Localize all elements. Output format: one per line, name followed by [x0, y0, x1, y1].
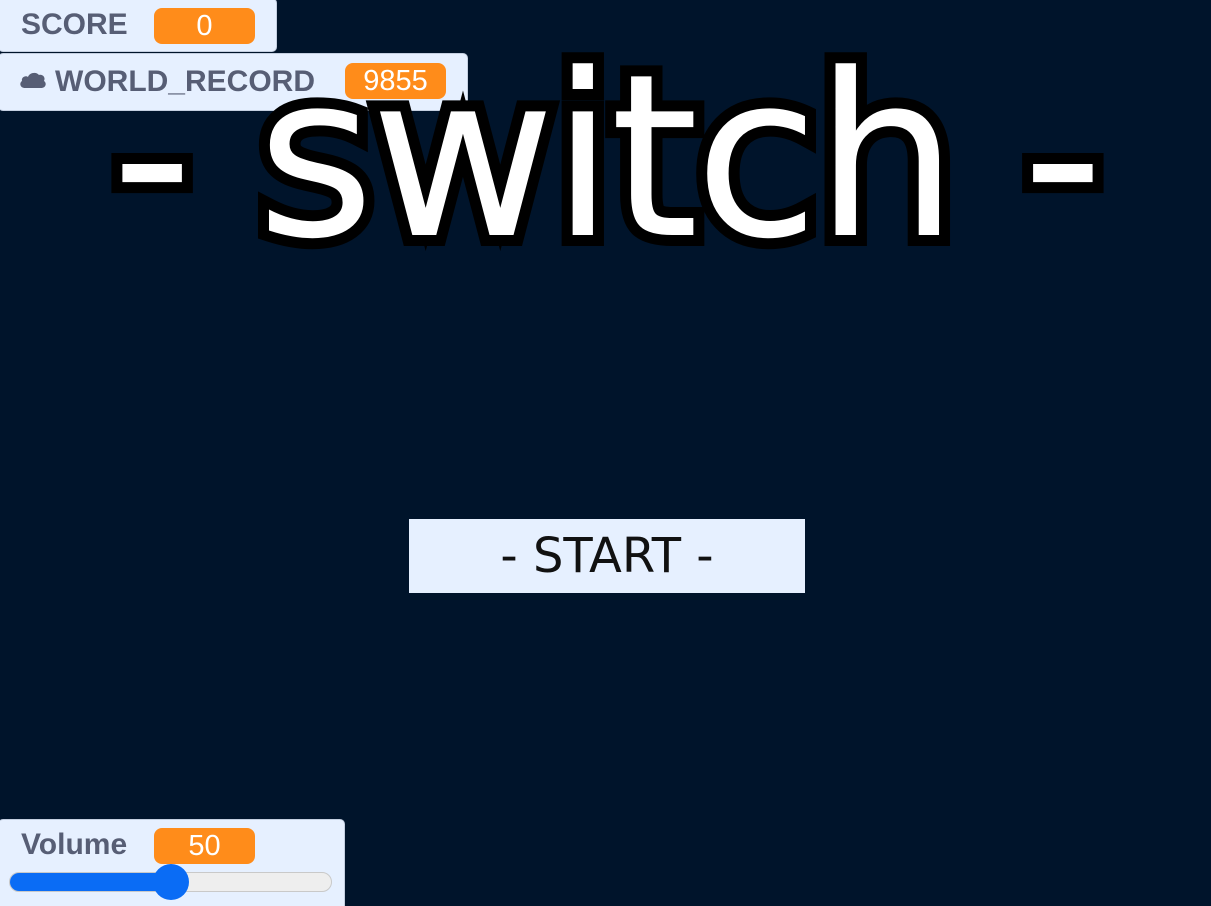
volume-label: Volume — [21, 828, 128, 861]
game-title: - switch - — [100, 17, 1114, 299]
game-stage: SCORE 0 WORLD_RECORD 9855 - switch - - S… — [0, 0, 1211, 906]
volume-slider-fill — [10, 873, 172, 891]
volume-slider-thumb[interactable] — [152, 864, 189, 900]
volume-value: 50 — [154, 828, 255, 864]
start-button[interactable]: - START - — [409, 519, 805, 593]
volume-monitor: Volume 50 — [0, 819, 345, 906]
